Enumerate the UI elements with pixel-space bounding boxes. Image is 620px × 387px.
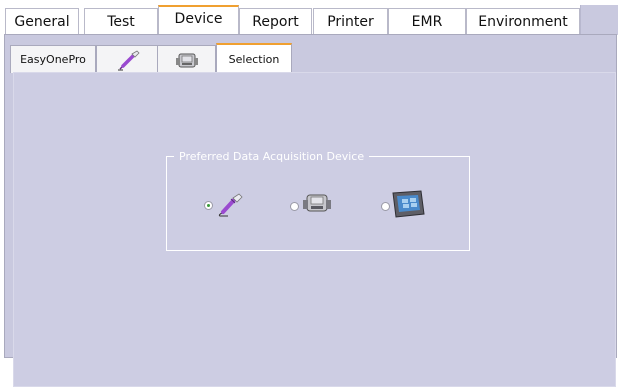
desktop-spirometer-icon[interactable]: [300, 191, 334, 217]
tab-desktop-device[interactable]: [157, 45, 216, 73]
main-tab-strip: General Test Device Report Printer EMR E…: [0, 0, 620, 35]
tablet-device-icon[interactable]: [390, 188, 426, 220]
tab-easyonepro[interactable]: EasyOnePro: [10, 45, 96, 73]
tab-general[interactable]: General: [5, 8, 79, 34]
tab-printer[interactable]: Printer: [313, 8, 388, 34]
spirometer-pen-icon: [118, 49, 140, 70]
desktop-spirometer-icon: [175, 53, 198, 67]
tab-test[interactable]: Test: [84, 8, 158, 34]
tab-selection[interactable]: Selection: [216, 43, 292, 73]
tab-emr[interactable]: EMR: [388, 8, 466, 34]
tab-report[interactable]: Report: [239, 8, 312, 34]
tab-device[interactable]: Device: [158, 5, 239, 35]
radio-pen-device[interactable]: [204, 201, 213, 210]
spirometer-pen-icon[interactable]: [214, 191, 244, 217]
tab-pen-device[interactable]: [96, 45, 158, 73]
radio-desktop-device[interactable]: [290, 202, 299, 211]
tab-strip-filler: [580, 5, 618, 35]
radio-tablet-device[interactable]: [381, 202, 390, 211]
tab-environment[interactable]: Environment: [466, 8, 580, 34]
preferred-device-group-title: Preferred Data Acquisition Device: [174, 150, 370, 163]
